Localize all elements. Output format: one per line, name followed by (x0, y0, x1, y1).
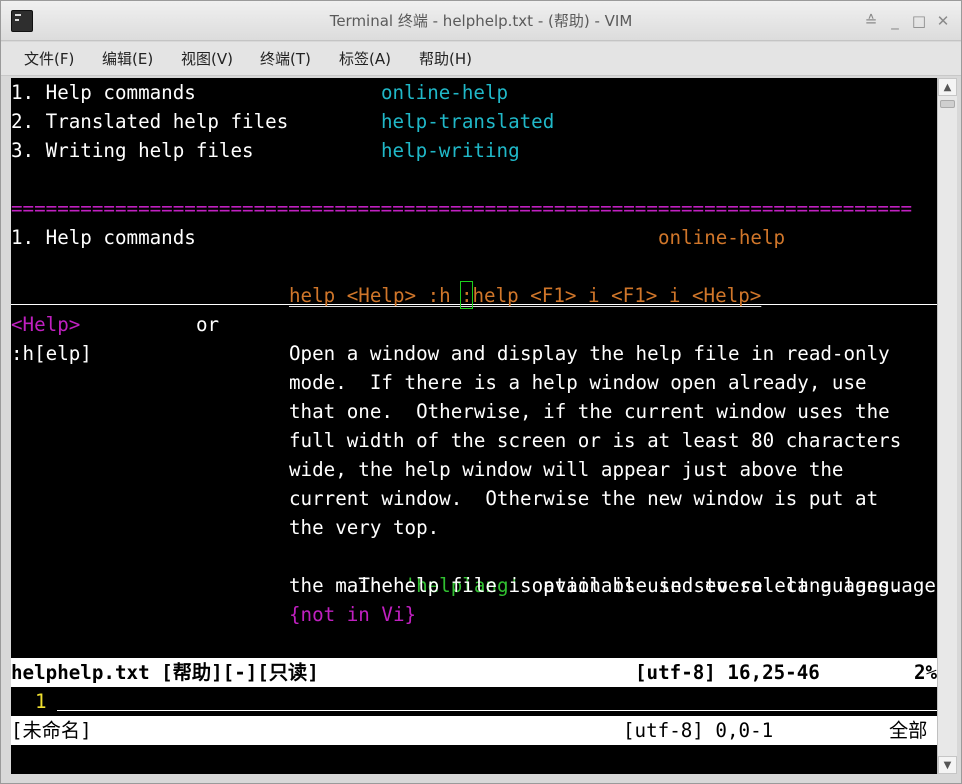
terminal-window: Terminal 终端 - helphelp.txt - (帮助) - VIM … (0, 0, 962, 784)
section-heading: 1. Help commands (11, 226, 196, 249)
description-line: that one. Otherwise, if the current wind… (289, 400, 890, 423)
toc-row: 2. Translated help files help-translated (11, 107, 554, 136)
helplang-line: The 'helplang' option is used to select … (289, 542, 937, 597)
toc-tag-link[interactable]: help-writing (381, 136, 520, 165)
menu-view[interactable]: 视图(V) (181, 42, 233, 76)
description-line: mode. If there is a help window open alr… (289, 371, 867, 394)
description-line: Open a window and display the help file … (289, 342, 890, 365)
section-separator: ========================================… (11, 197, 913, 220)
command-row: :h[elp] Open a window and display the he… (11, 339, 890, 368)
vim-terminal[interactable]: 1. Help commands online-help 2. Translat… (11, 78, 937, 774)
scrollbar-thumb[interactable] (940, 100, 955, 108)
status-line-unnamed[interactable]: [未命名] [utf-8] 0,0-1 全部 (11, 716, 937, 745)
or-word: or (196, 313, 220, 336)
status-line-help[interactable]: helphelp.txt [帮助][-][只读] [utf-8] 16,25-4… (11, 658, 937, 687)
cursorline-underline (57, 710, 937, 711)
scroll-up-arrow-icon[interactable]: ▲ (938, 78, 957, 96)
description-line: the main help file is available in sever… (289, 574, 902, 597)
window-title: Terminal 终端 - helphelp.txt - (帮助) - VIM (329, 12, 633, 30)
toc-label: 3. Writing help files (11, 139, 254, 162)
toc-row: 1. Help commands online-help (11, 78, 508, 107)
shade-button[interactable]: ≙ (861, 11, 881, 31)
status-position: [utf-8] 16,25-46 (635, 661, 820, 684)
description-line: full width of the screen or is at least … (289, 429, 902, 452)
status-percent: 全部 (889, 719, 928, 742)
status-percent: 2% (914, 661, 937, 684)
help-command: :h[elp] (11, 342, 92, 365)
toc-label: 1. Help commands (11, 81, 196, 104)
maximize-button[interactable]: □ (909, 11, 929, 31)
command-line[interactable] (11, 745, 937, 774)
menu-bar: 文件(F) 编辑(E) 视图(V) 终端(T) 标签(A) 帮助(H) (1, 42, 961, 76)
line-number: 1 (35, 690, 47, 713)
tag-line: help <Help> :h : help <F1> i <F1> i <Hel… (11, 281, 761, 310)
close-button[interactable]: ✕ (933, 11, 953, 31)
status-filename: [未命名] (11, 719, 92, 742)
menu-edit[interactable]: 编辑(E) (102, 42, 153, 76)
status-filename: helphelp.txt [帮助][-][只读] (11, 661, 319, 684)
title-bar[interactable]: Terminal 终端 - helphelp.txt - (帮助) - VIM … (1, 1, 961, 41)
minimize-button[interactable]: _ (885, 11, 905, 31)
section-tag: online-help (658, 226, 786, 249)
menu-tabs[interactable]: 标签(A) (339, 42, 391, 76)
tag-line-before-cursor: help <Help> :h (289, 284, 463, 307)
description-line: wide, the help window will appear just a… (289, 458, 844, 481)
vertical-scrollbar[interactable]: ▲ ▼ (937, 78, 957, 774)
description-line: current window. Otherwise the new window… (289, 487, 879, 510)
toc-label: 2. Translated help files (11, 110, 289, 133)
toc-row: 3. Writing help files help-writing (11, 136, 520, 165)
status-position: [utf-8] 0,0-1 (623, 719, 774, 742)
menu-help[interactable]: 帮助(H) (419, 42, 472, 76)
not-in-vi-note: {not in Vi} (289, 603, 417, 626)
tag-line-after-cursor: help <F1> i <F1> i <Help> (472, 284, 762, 307)
text-cursor (460, 281, 473, 309)
menu-terminal[interactable]: 终端(T) (260, 42, 311, 76)
menu-file[interactable]: 文件(F) (24, 42, 74, 76)
help-key-row: <Help> or (11, 310, 219, 339)
description-line: the very top. (289, 516, 440, 539)
help-key: <Help> (11, 313, 81, 336)
scroll-down-arrow-icon[interactable]: ▼ (938, 756, 957, 774)
section-heading-row: 1. Help commands online-help (11, 223, 785, 252)
toc-tag-link[interactable]: online-help (381, 78, 508, 107)
toc-tag-link[interactable]: help-translated (381, 107, 554, 136)
empty-buffer-line: 1 (11, 687, 80, 716)
